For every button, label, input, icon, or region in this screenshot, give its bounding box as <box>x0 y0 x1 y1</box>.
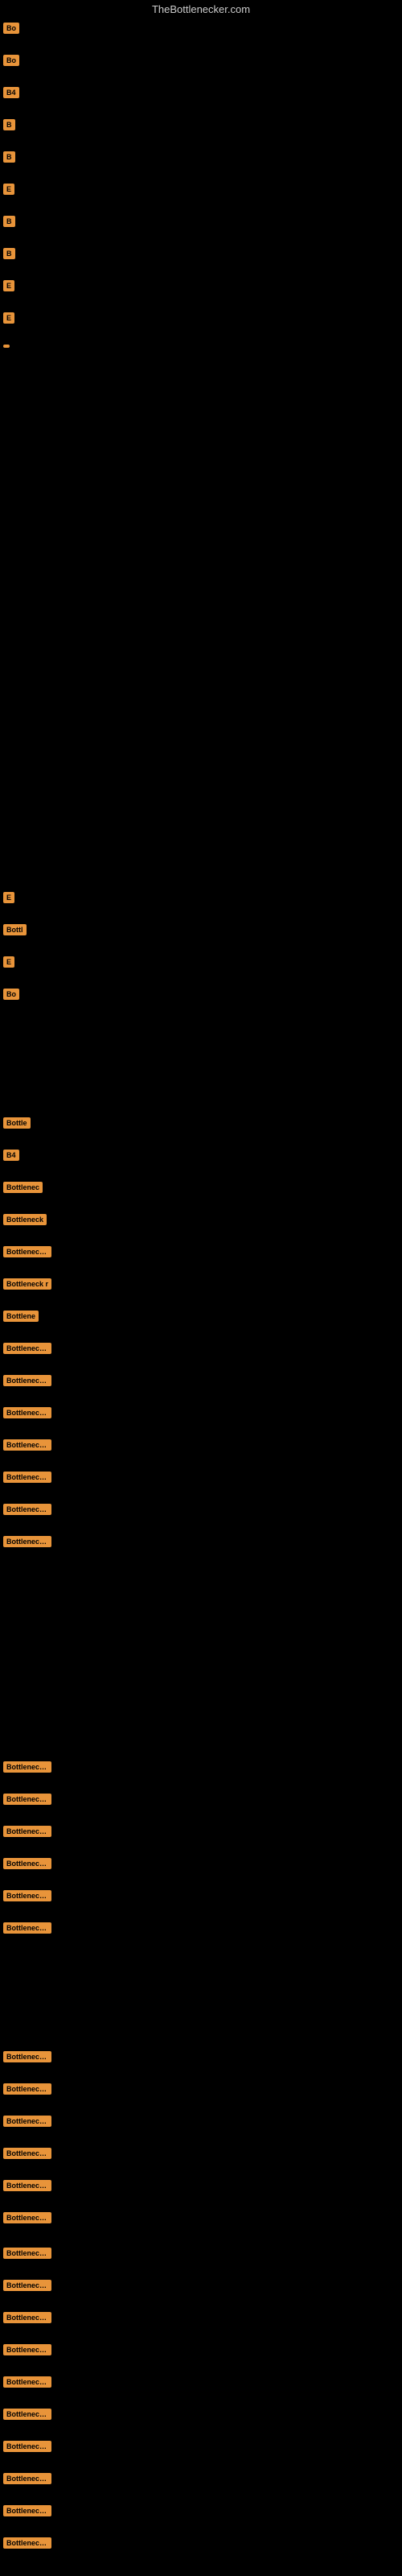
badge-6: E <box>3 184 14 195</box>
badge-63: Bottleneck resu <box>3 2441 51 2452</box>
badge-47: Bottleneck resu <box>3 1826 51 1837</box>
badge-42: Bottleneck resu <box>3 1472 51 1483</box>
badge-5: B <box>3 151 15 163</box>
badge-49: Bottleneck resu <box>3 1890 51 1901</box>
badge-9: E <box>3 280 14 291</box>
badge-21: E <box>3 892 14 903</box>
badge-58: Bottleneck resu <box>3 2280 51 2291</box>
site-title: TheBottlenecker.com <box>152 3 250 15</box>
badge-66: Bottleneck resu <box>3 2537 51 2549</box>
badge-43: Bottleneck resu <box>3 1504 51 1515</box>
badge-31: Bottle <box>3 1117 31 1129</box>
badge-39: Bottleneck resu <box>3 1375 51 1386</box>
badge-22: Bottl <box>3 924 27 935</box>
badge-23: E <box>3 956 14 968</box>
badge-7: B <box>3 216 15 227</box>
badge-8: B <box>3 248 15 259</box>
badge-46: Bottleneck resu <box>3 1794 51 1805</box>
badge-53: Bottleneck resu <box>3 2116 51 2127</box>
badge-32: B4 <box>3 1150 19 1161</box>
badge-4: B <box>3 119 15 130</box>
badge-52: Bottleneck resu <box>3 2083 51 2095</box>
badge-3: B4 <box>3 87 19 98</box>
badge-24: Bo <box>3 989 19 1000</box>
badge-60: Bottleneck resu <box>3 2344 51 2355</box>
badge-41: Bottleneck resu <box>3 1439 51 1451</box>
badge-61: Bottleneck resu <box>3 2376 51 2388</box>
badge-51: Bottleneck resu <box>3 2051 51 2062</box>
badge-36: Bottleneck r <box>3 1278 51 1290</box>
badge-65: Bottleneck resu <box>3 2505 51 2516</box>
badge-1: Bo <box>3 23 19 34</box>
badge-64: Bottleneck res <box>3 2473 51 2484</box>
badge-56: Bottleneck res <box>3 2212 51 2223</box>
badge-38: Bottleneck re <box>3 1343 51 1354</box>
badge-45: Bottleneck resu <box>3 1761 51 1773</box>
badge-37: Bottlene <box>3 1311 39 1322</box>
badge-10: E <box>3 312 14 324</box>
badge-57: Bottleneck resu <box>3 2248 51 2259</box>
badge-33: Bottlenec <box>3 1182 43 1193</box>
badge-34: Bottleneck <box>3 1214 47 1225</box>
badge-2: Bo <box>3 55 19 66</box>
badge-11 <box>3 345 10 348</box>
badge-54: Bottleneck resu <box>3 2148 51 2159</box>
badge-55: Bottleneck resu <box>3 2180 51 2191</box>
badge-44: Bottleneck res <box>3 1536 51 1547</box>
badge-48: Bottleneck resu <box>3 1858 51 1869</box>
badge-62: Bottleneck resu <box>3 2409 51 2420</box>
badge-35: Bottleneck re <box>3 1246 51 1257</box>
badge-59: Bottleneck resu <box>3 2312 51 2323</box>
badge-50: Bottleneck res <box>3 1922 51 1934</box>
badge-40: Bottleneck resu <box>3 1407 51 1418</box>
